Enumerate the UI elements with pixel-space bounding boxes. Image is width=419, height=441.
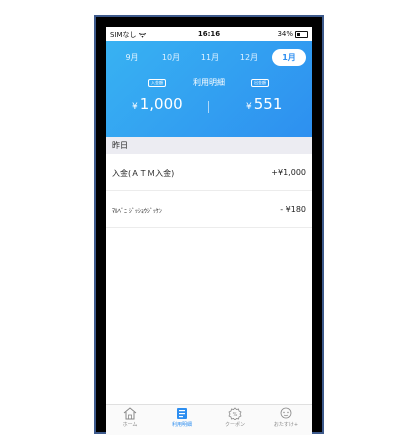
deposit-amount: ¥ 1,000: [132, 95, 183, 113]
tab-home-label: ホーム: [122, 422, 138, 428]
app-screen: SIMなし 16:16 34% 9月 10月 11月 12月 1月 入金額 利用…: [106, 27, 312, 435]
tab-coupon[interactable]: % クーポン: [215, 407, 255, 428]
withdraw-currency: ¥: [246, 102, 252, 112]
amount-divider: [208, 101, 209, 113]
bottom-tab-bar: ホーム 利用明細 % クーポン おたすけ+: [106, 404, 312, 435]
transaction-amount: +¥1,000: [271, 168, 306, 177]
transaction-row[interactable]: ﾏﾙﾍﾞﾆ ｼﾞｯｼｮｳｼﾞｯｹﾝ - ¥180: [106, 191, 312, 228]
month-tab-10[interactable]: 10月: [157, 49, 185, 66]
tab-home[interactable]: ホーム: [110, 407, 150, 428]
help-icon: [280, 407, 292, 419]
withdraw-amount: ¥ 551: [246, 95, 282, 113]
transaction-amount: - ¥180: [280, 205, 306, 214]
status-bar: SIMなし 16:16 34%: [106, 27, 312, 41]
month-tab-11[interactable]: 11月: [196, 49, 224, 66]
withdraw-tag: 出金額: [251, 79, 269, 87]
tab-statement[interactable]: 利用明細: [162, 407, 202, 428]
battery-icon: [295, 30, 308, 38]
summary-header: 9月 10月 11月 12月 1月 入金額 利用明細 出金額 ¥ 1,000 ¥: [106, 41, 312, 151]
usage-title: 利用明細: [193, 78, 225, 87]
transaction-name: 入金(ＡＴＭ入金): [112, 169, 175, 178]
summary-amounts: ¥ 1,000 ¥ 551: [106, 95, 312, 119]
month-tab-9[interactable]: 9月: [118, 49, 146, 66]
battery-percent: 34%: [277, 30, 293, 38]
deposit-currency: ¥: [132, 102, 138, 112]
summary-title-row: 入金額 利用明細 出金額: [106, 77, 312, 91]
deposit-value: 1,000: [139, 95, 183, 113]
transaction-name: ﾏﾙﾍﾞﾆ ｼﾞｯｼｮｳｼﾞｯｹﾝ: [112, 208, 162, 215]
date-section-header: 昨日: [106, 137, 312, 154]
month-tab-12[interactable]: 12月: [235, 49, 263, 66]
tab-help[interactable]: おたすけ+: [266, 407, 306, 428]
tab-help-label: おたすけ+: [273, 422, 299, 428]
month-tab-1[interactable]: 1月: [272, 49, 306, 66]
status-right: 34%: [277, 30, 308, 38]
svg-text:%: %: [233, 412, 238, 418]
phone-frame: SIMなし 16:16 34% 9月 10月 11月 12月 1月 入金額 利用…: [94, 15, 324, 435]
withdraw-value: 551: [253, 95, 283, 113]
tab-statement-label: 利用明細: [171, 422, 192, 428]
month-selector: 9月 10月 11月 12月 1月: [106, 49, 312, 67]
transaction-row[interactable]: 入金(ＡＴＭ入金) +¥1,000: [106, 154, 312, 191]
coupon-icon: %: [228, 407, 242, 420]
home-icon: [123, 407, 137, 420]
tab-coupon-label: クーポン: [224, 422, 245, 428]
statement-icon: [177, 408, 187, 419]
